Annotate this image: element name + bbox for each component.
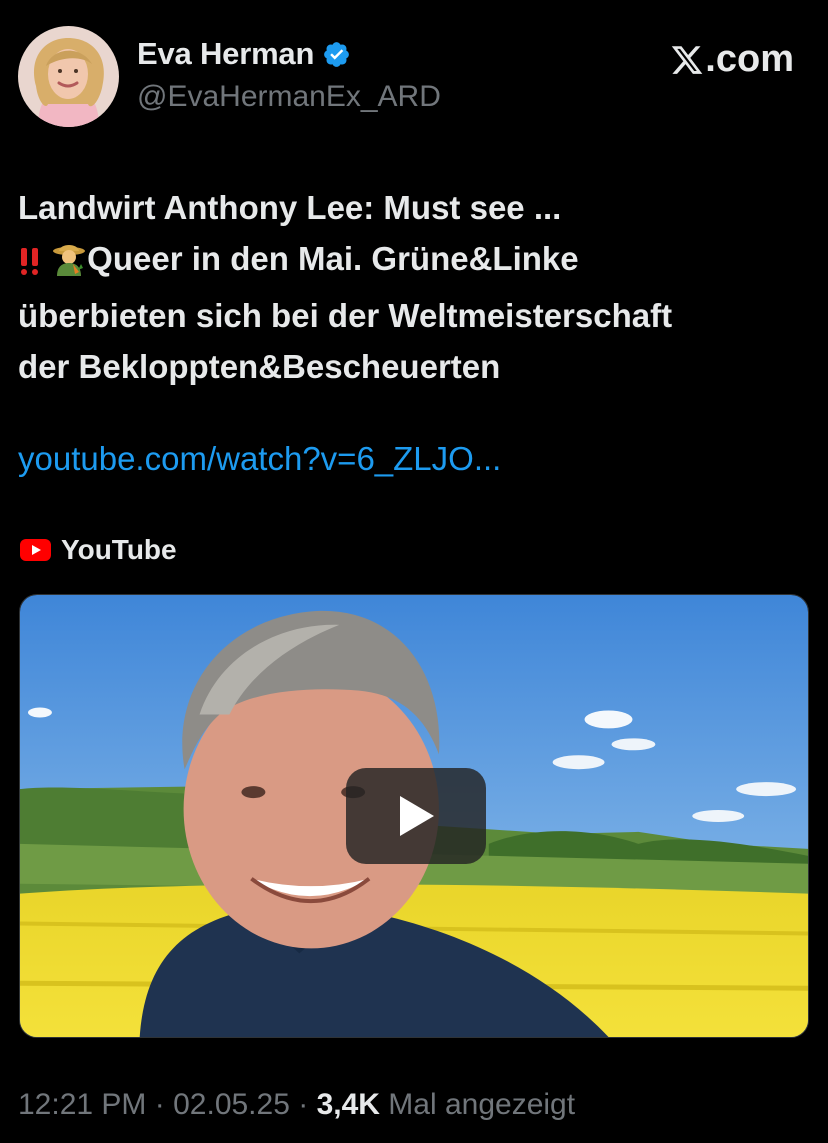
tweet-text: Landwirt Anthony Lee: Must see ... Queer… (18, 182, 808, 392)
tweet-line-2-text: Queer in den Mai. Grüne&Linke (87, 240, 579, 277)
x-logo-text: .com (705, 38, 794, 80)
tweet-date[interactable]: 02.05.25 (173, 1088, 290, 1121)
tweet-line-3: überbieten sich bei der Weltmeisterschaf… (18, 297, 673, 334)
verified-badge-icon (322, 40, 351, 69)
tweet-time[interactable]: 12:21 PM (18, 1088, 146, 1121)
youtube-icon (20, 539, 51, 561)
tweet-meta: 12:21 PM · 02.05.25 · 3,4K Mal angezeigt (18, 1088, 575, 1122)
meta-separator-1: · (154, 1088, 165, 1121)
meta-separator-2: · (298, 1088, 309, 1121)
x-logo-icon (672, 45, 703, 74)
video-card[interactable] (19, 594, 809, 1038)
views-label: Mal angezeigt (388, 1088, 576, 1121)
avatar-image (18, 26, 119, 127)
tweet-line-2: Queer in den Mai. Grüne&Linke (18, 233, 808, 290)
x-logo: .com (670, 38, 794, 81)
author-handle[interactable]: @EvaHermanEx_ARD (137, 80, 441, 114)
card-source-label: YouTube (61, 534, 177, 565)
author-display-name[interactable]: Eva Herman (137, 36, 314, 72)
farmer-icon (51, 239, 87, 290)
youtube-link[interactable]: youtube.com/watch?v=6_ZLJO... (18, 440, 501, 478)
tweet-line-4: der Bekloppten&Bescheuerten (18, 348, 501, 385)
play-button[interactable] (346, 768, 486, 864)
author-name-row[interactable]: Eva Herman (137, 36, 351, 72)
play-icon (400, 796, 434, 836)
tweet-screenshot: Eva Herman @EvaHermanEx_ARD .com Landwir… (0, 0, 828, 1143)
views-count: 3,4K (316, 1088, 380, 1121)
card-source[interactable]: YouTube (20, 534, 177, 566)
double-exclamation-icon (18, 239, 42, 290)
tweet-line-1: Landwirt Anthony Lee: Must see ... (18, 189, 562, 226)
avatar[interactable] (18, 26, 119, 127)
